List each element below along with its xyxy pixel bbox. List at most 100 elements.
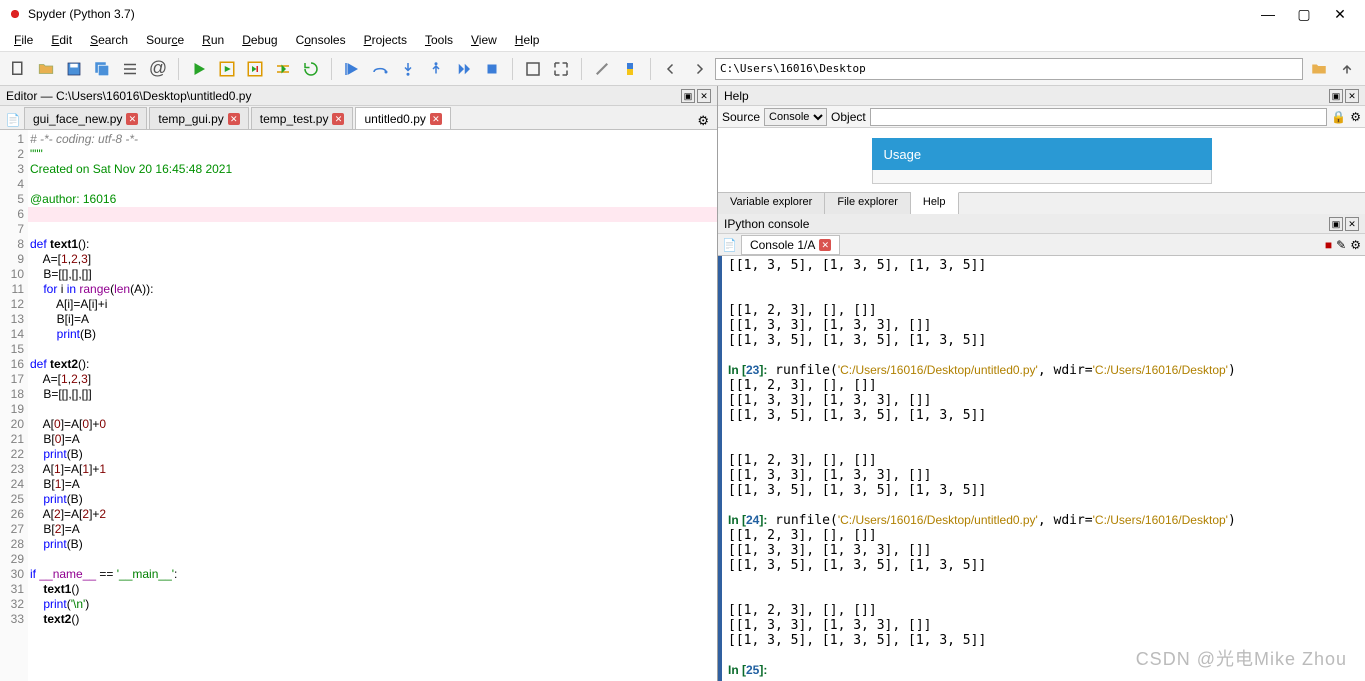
step-over-icon[interactable]: [368, 57, 392, 81]
console-output[interactable]: [[1, 3, 5], [1, 3, 5], [1, 3, 5]][[1, 2,…: [718, 256, 1365, 681]
titlebar: Spyder (Python 3.7) — ▢ ✕: [0, 0, 1365, 28]
tab-variable-explorer[interactable]: Variable explorer: [718, 193, 825, 214]
editor-tab-active[interactable]: untitled0.py ✕: [355, 107, 450, 129]
separator: [178, 58, 179, 80]
close-pane-button[interactable]: ✕: [1345, 217, 1359, 231]
close-pane-button[interactable]: ✕: [1345, 89, 1359, 103]
editor-tabs: 📄 gui_face_new.py ✕ temp_gui.py ✕ temp_tes…: [0, 106, 717, 130]
run-cell-advance-icon[interactable]: [243, 57, 267, 81]
stop-debug-icon[interactable]: [480, 57, 504, 81]
menu-search[interactable]: Search: [82, 31, 136, 49]
source-select[interactable]: Console: [764, 108, 827, 126]
help-toolbar: Source Console Object 🔒 ⚙: [718, 106, 1365, 128]
menu-projects[interactable]: Projects: [356, 31, 415, 49]
editor-tab[interactable]: temp_test.py✕: [251, 107, 354, 129]
menu-view[interactable]: View: [463, 31, 505, 49]
usage-card: Usage: [872, 138, 1212, 184]
continue-icon[interactable]: [452, 57, 476, 81]
tab-help[interactable]: Help: [911, 192, 959, 214]
tab-close-icon[interactable]: ✕: [332, 113, 344, 125]
ipython-header-label: IPython console: [724, 217, 809, 231]
menu-consoles[interactable]: Consoles: [288, 31, 354, 49]
stop-icon[interactable]: ■: [1325, 238, 1332, 252]
separator: [512, 58, 513, 80]
maximize-button[interactable]: ▢: [1295, 6, 1313, 23]
run-icon[interactable]: [187, 57, 211, 81]
file-list-icon[interactable]: 📄: [4, 111, 22, 129]
usage-body: [872, 170, 1212, 184]
menu-file[interactable]: File: [6, 31, 41, 49]
at-icon[interactable]: @: [146, 57, 170, 81]
preferences-icon[interactable]: [590, 57, 614, 81]
main-toolbar: @: [0, 52, 1365, 86]
console-tab-label: Console 1/A: [750, 238, 815, 252]
working-dir-input[interactable]: [715, 58, 1303, 80]
separator: [650, 58, 651, 80]
save-icon[interactable]: [62, 57, 86, 81]
tab-close-icon[interactable]: ✕: [819, 239, 831, 251]
separator: [331, 58, 332, 80]
editor-header: Editor — C:\Users\16016\Desktop\untitled…: [0, 86, 717, 106]
tab-label: untitled0.py: [364, 112, 425, 126]
menu-help[interactable]: Help: [507, 31, 548, 49]
spyder-icon: [8, 7, 22, 21]
save-all-icon[interactable]: [90, 57, 114, 81]
rerun-icon[interactable]: [299, 57, 323, 81]
dock-button[interactable]: ▣: [1329, 217, 1343, 231]
lock-icon[interactable]: 🔒: [1331, 110, 1346, 124]
step-into-icon[interactable]: [396, 57, 420, 81]
window-controls: — ▢ ✕: [1259, 6, 1357, 23]
dock-button[interactable]: ▣: [1329, 89, 1343, 103]
python-path-icon[interactable]: [618, 57, 642, 81]
run-selection-icon[interactable]: [271, 57, 295, 81]
help-content: Usage: [718, 128, 1365, 192]
gear-icon[interactable]: ⚙: [1350, 238, 1361, 252]
gear-icon[interactable]: ⚙: [1350, 110, 1361, 124]
close-pane-button[interactable]: ✕: [697, 89, 711, 103]
source-label: Source: [722, 110, 760, 124]
menu-debug[interactable]: Debug: [234, 31, 285, 49]
help-header-label: Help: [724, 89, 749, 103]
editor-tab[interactable]: temp_gui.py ✕: [149, 107, 248, 129]
editor-pane: Editor — C:\Users\16016\Desktop\untitled…: [0, 86, 718, 681]
step-out-icon[interactable]: [424, 57, 448, 81]
close-button[interactable]: ✕: [1331, 6, 1349, 23]
window-title: Spyder (Python 3.7): [28, 7, 1259, 21]
object-input[interactable]: [870, 108, 1328, 126]
tab-file-explorer[interactable]: File explorer: [825, 193, 911, 214]
tab-close-icon[interactable]: ✕: [430, 113, 442, 125]
gear-icon[interactable]: ⚙: [693, 113, 713, 129]
usage-title: Usage: [872, 138, 1212, 170]
debug-icon[interactable]: [340, 57, 364, 81]
menu-source[interactable]: Source: [138, 31, 192, 49]
console-tabs: 📄 Console 1/A ✕ ■ ✎ ⚙: [718, 234, 1365, 256]
open-file-icon[interactable]: [34, 57, 58, 81]
ipython-header: IPython console ▣ ✕: [718, 214, 1365, 234]
console-tab[interactable]: Console 1/A ✕: [741, 235, 840, 255]
browse-dir-icon[interactable]: [1307, 57, 1331, 81]
tab-label: temp_gui.py: [158, 112, 223, 126]
menu-tools[interactable]: Tools: [417, 31, 461, 49]
fullscreen-icon[interactable]: [549, 57, 573, 81]
new-file-icon[interactable]: [6, 57, 30, 81]
dock-button[interactable]: ▣: [681, 89, 695, 103]
object-label: Object: [831, 110, 866, 124]
menu-run[interactable]: Run: [194, 31, 232, 49]
console-list-icon[interactable]: 📄: [722, 238, 737, 252]
menu-edit[interactable]: Edit: [43, 31, 80, 49]
editor-tab[interactable]: gui_face_new.py ✕: [24, 107, 147, 129]
parent-dir-icon[interactable]: [1335, 57, 1359, 81]
tab-close-icon[interactable]: ✕: [228, 113, 240, 125]
editor-header-label: Editor — C:\Users\16016\Desktop\untitled…: [6, 89, 251, 103]
forward-icon[interactable]: [687, 57, 711, 81]
list-icon[interactable]: [118, 57, 142, 81]
minimize-button[interactable]: —: [1259, 6, 1277, 23]
code-editor[interactable]: 1234567891011121314151617181920212223242…: [0, 130, 717, 681]
run-cell-icon[interactable]: [215, 57, 239, 81]
help-subtabs: Variable explorer File explorer Help: [718, 192, 1365, 214]
tab-label: gui_face_new.py: [33, 112, 122, 126]
maximize-pane-icon[interactable]: [521, 57, 545, 81]
back-icon[interactable]: [659, 57, 683, 81]
tab-close-icon[interactable]: ✕: [126, 113, 138, 125]
clear-icon[interactable]: ✎: [1336, 238, 1346, 252]
